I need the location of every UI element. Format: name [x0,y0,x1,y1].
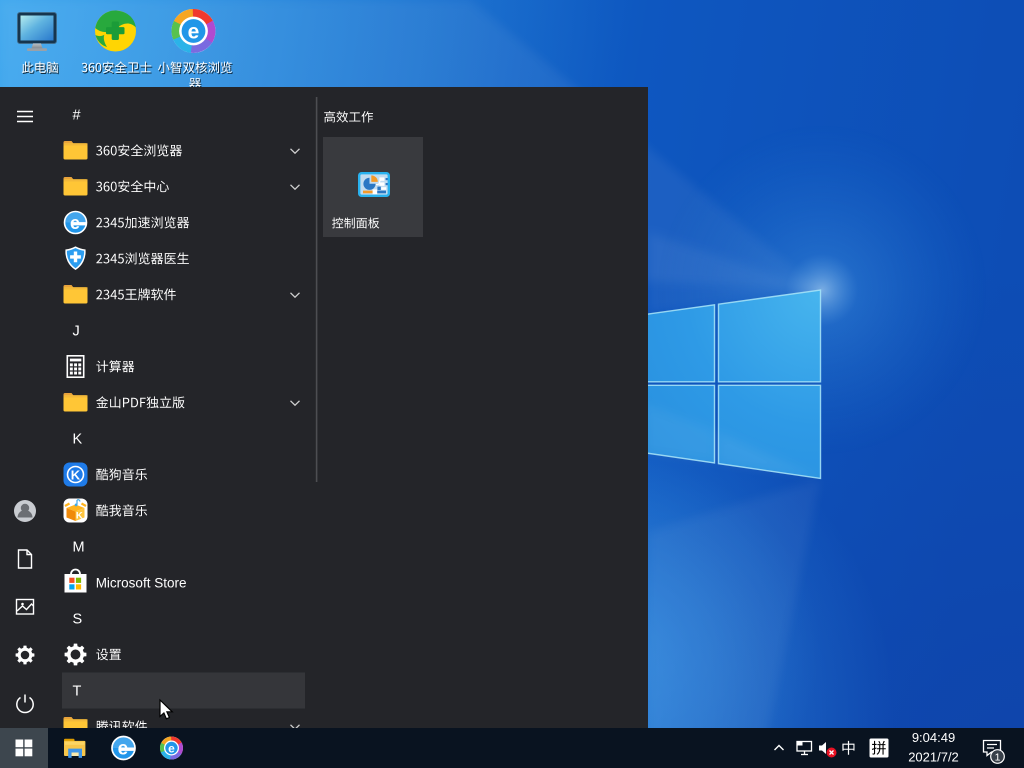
svg-text:K: K [71,468,81,483]
svg-text:M: M [73,540,85,556]
svg-text:#: # [73,108,81,124]
svg-text:e: e [168,741,175,755]
svg-text:T: T [73,684,82,700]
svg-text:1: 1 [995,752,1001,764]
svg-text:J: J [73,324,80,340]
svg-text:9:04:49: 9:04:49 [912,730,955,745]
svg-text:S: S [73,612,83,628]
svg-text:K: K [76,510,83,521]
svg-text:K: K [73,432,83,448]
svg-text:Microsoft Store: Microsoft Store [96,575,187,590]
svg-text:2021/7/2: 2021/7/2 [908,750,959,765]
svg-text:e: e [188,21,200,44]
